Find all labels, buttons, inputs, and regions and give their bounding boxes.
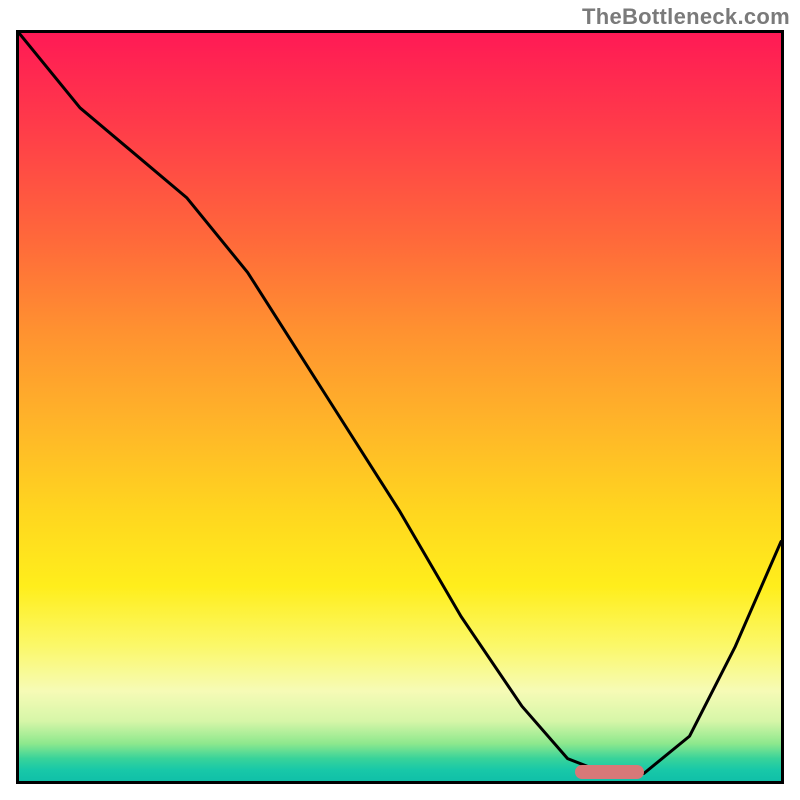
optimal-range-marker: [575, 765, 644, 779]
chart-stage: TheBottleneck.com: [0, 0, 800, 800]
curve-path: [19, 33, 781, 774]
plot-frame: [16, 30, 784, 784]
attribution-text: TheBottleneck.com: [582, 4, 790, 30]
bottleneck-curve: [19, 33, 781, 781]
